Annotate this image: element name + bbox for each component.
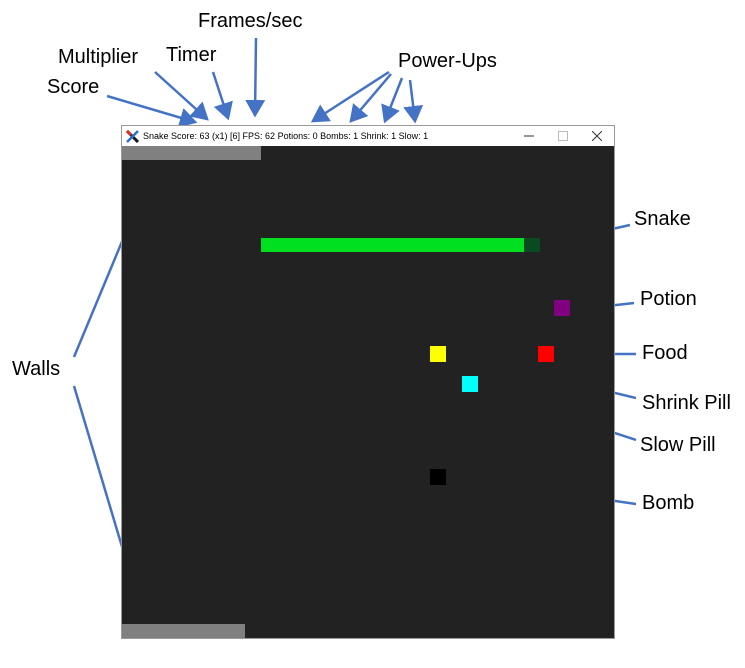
bomb: [430, 469, 446, 485]
minimize-button[interactable]: [512, 126, 546, 146]
label-frames-per-sec: Frames/sec: [198, 10, 303, 32]
arrow-power-up-slow: [403, 79, 424, 124]
game-window: Snake Score: 63 (x1) [6] FPS: 62 Potions…: [121, 125, 615, 639]
close-icon: [592, 131, 602, 141]
label-snake: Snake: [634, 208, 691, 230]
label-slow-pill: Slow Pill: [640, 434, 716, 456]
minimize-icon: [524, 135, 534, 137]
wall-bottom: [122, 624, 245, 638]
window-title: Snake Score: 63 (x1) [6] FPS: 62 Potions…: [143, 131, 429, 141]
label-food: Food: [642, 342, 688, 364]
x-logo-icon: [125, 129, 139, 143]
snake-head: [524, 238, 540, 252]
food: [538, 346, 554, 362]
arrow-power-up-potions: [310, 70, 390, 123]
snake-body: [261, 238, 524, 252]
label-multiplier: Multiplier: [58, 46, 139, 68]
label-bomb: Bomb: [642, 492, 695, 514]
arrow-frames-per-sec: [245, 37, 266, 118]
label-score: Score: [47, 76, 100, 98]
title-bar[interactable]: Snake Score: 63 (x1) [6] FPS: 62 Potions…: [122, 126, 614, 146]
arrow-power-up-bombs: [349, 73, 392, 123]
shrink-pill: [430, 346, 446, 362]
wall-top: [122, 146, 261, 160]
maximize-button[interactable]: [546, 126, 580, 146]
game-board[interactable]: [122, 146, 614, 638]
label-potion: Potion: [640, 288, 697, 310]
maximize-icon: [558, 131, 568, 141]
close-button[interactable]: [580, 126, 614, 146]
label-walls: Walls: [12, 358, 61, 380]
label-shrink-pill: Shrink Pill: [642, 392, 731, 414]
arrow-power-up-shrink: [381, 77, 404, 124]
arrow-timer: [211, 71, 233, 121]
potion: [554, 300, 570, 316]
slow-pill: [462, 376, 478, 392]
label-power-ups: Power-Ups: [398, 50, 497, 72]
arrow-score: [106, 94, 198, 128]
label-timer: Timer: [166, 44, 217, 66]
